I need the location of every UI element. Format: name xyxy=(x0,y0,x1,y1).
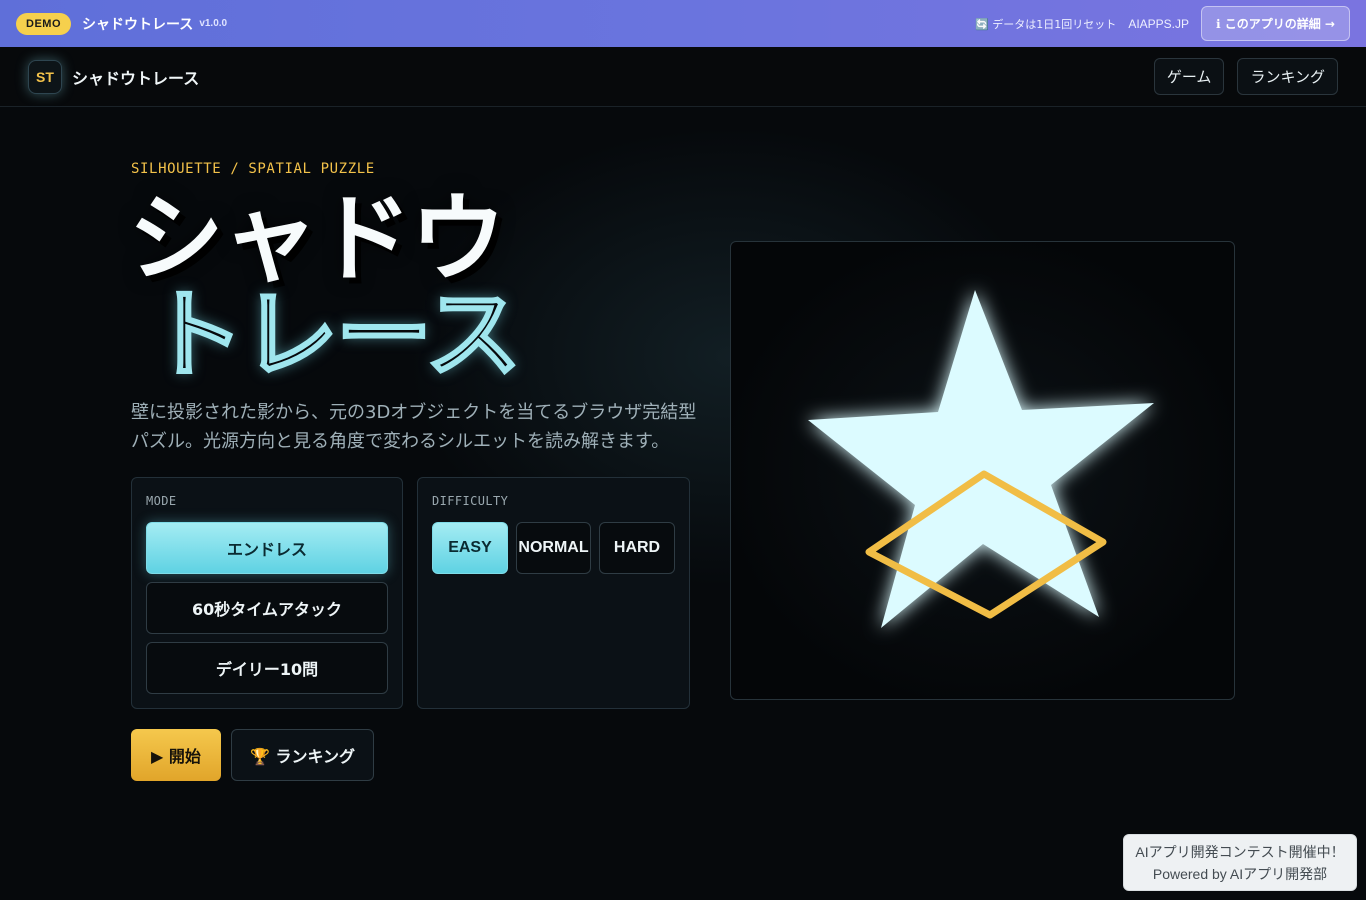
difficulty-label: DIFFICULTY xyxy=(432,494,509,508)
difficulty-normal-button[interactable]: NORMAL xyxy=(516,522,591,574)
brand-name[interactable]: シャドウトレース xyxy=(72,65,199,89)
difficulty-easy-button[interactable]: EASY xyxy=(432,522,508,574)
preview-canvas xyxy=(808,290,1154,628)
site-link[interactable]: AIAPPS.JP xyxy=(1128,17,1189,31)
title-line-2: トレース xyxy=(146,277,522,392)
silhouette-preview xyxy=(730,241,1235,700)
eyebrow-label: SILHOUETTE / SPATIAL PUZZLE xyxy=(131,161,375,177)
nav-game-button[interactable]: ゲーム xyxy=(1153,58,1225,95)
mode-time-attack-button[interactable]: 60秒タイムアタック xyxy=(146,582,388,634)
description: 壁に投影された影から、元の3Dオブジェクトを当てるブラウザ完結型パズル。光源方向… xyxy=(131,402,697,452)
contest-line-2: Powered by AIアプリ開発部 xyxy=(1152,865,1328,882)
mode-endless-button[interactable]: エンドレス xyxy=(146,522,388,574)
difficulty-hard-button[interactable]: HARD xyxy=(599,522,675,574)
mode-label: MODE xyxy=(146,494,177,508)
mode-daily-button[interactable]: デイリー10問 xyxy=(146,642,388,694)
nav-links: ゲーム ランキング xyxy=(1153,58,1338,95)
reset-note: 🔄 データは1日1回リセット xyxy=(975,17,1117,31)
nav-ranking-button[interactable]: ランキング xyxy=(1237,58,1338,95)
logo[interactable]: ST xyxy=(28,59,62,94)
demo-badge: DEMO xyxy=(16,12,71,35)
mode-panel: MODE エンドレス 60秒タイムアタック デイリー10問 xyxy=(131,477,403,709)
app-details-button[interactable]: ℹ このアプリの詳細 → xyxy=(1201,6,1350,41)
contest-line-1: AIアプリ開発コンテスト開催中！ xyxy=(1135,843,1345,860)
ranking-button[interactable]: 🏆 ランキング xyxy=(231,729,374,781)
demo-app-title: シャドウトレース xyxy=(82,16,194,33)
demo-bar-right: 🔄 データは1日1回リセット AIAPPS.JP ℹ このアプリの詳細 → xyxy=(975,6,1350,41)
contest-notice[interactable]: AIアプリ開発コンテスト開催中！ Powered by AIアプリ開発部 xyxy=(1123,834,1357,891)
star-icon xyxy=(808,290,1154,628)
demo-version: v1.0.0 xyxy=(199,18,228,29)
top-nav: ST シャドウトレース ゲーム ランキング xyxy=(0,47,1366,107)
demo-bar: DEMO シャドウトレース v1.0.0 🔄 データは1日1回リセット AIAP… xyxy=(0,0,1366,47)
start-button[interactable]: ▶ 開始 xyxy=(131,729,221,781)
difficulty-panel: DIFFICULTY EASY NORMAL HARD xyxy=(417,477,690,709)
